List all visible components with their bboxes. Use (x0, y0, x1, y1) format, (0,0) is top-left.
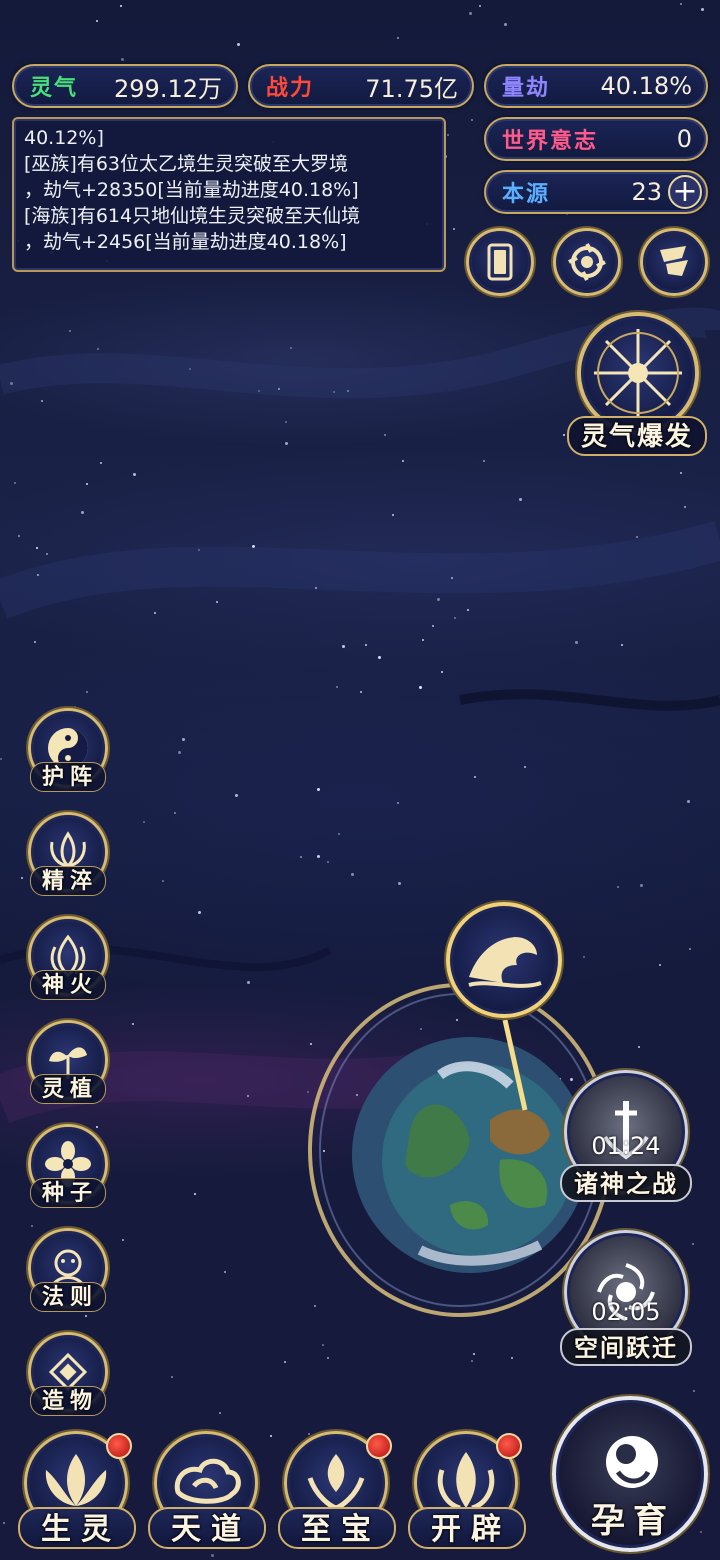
card-button[interactable] (466, 228, 534, 296)
vortex-icon (568, 243, 606, 281)
stat-benyuan[interactable]: 本源 23 + (484, 170, 708, 214)
starburst-icon (594, 329, 682, 417)
world-marker-button[interactable] (446, 902, 562, 1018)
stat-lingqi[interactable]: 灵气 299.12万 (12, 64, 238, 108)
stat-shijie[interactable]: 世界意志 0 (484, 117, 708, 161)
side-item-label: 灵植 (30, 1074, 106, 1104)
lingqi-burst-button[interactable]: 灵气爆发 (565, 312, 715, 458)
wave-icon (468, 937, 542, 988)
side-item-shenhuo[interactable]: 神火 (24, 916, 116, 1008)
log-line: [海族]有614只地仙境生灵突破至天仙境 (24, 205, 361, 227)
burst-label: 灵气爆发 (567, 416, 707, 456)
nav-label: 至宝 (278, 1507, 396, 1549)
stat-liangjie-value: 40.18% (600, 72, 692, 100)
log-line: ，劫气+28350[当前量劫进度40.18%] (24, 179, 359, 201)
stat-zhanli-value: 71.75亿 (365, 74, 458, 103)
side-item-label: 精淬 (30, 866, 106, 896)
flag-button[interactable] (640, 228, 708, 296)
notification-dot (106, 1433, 132, 1459)
stat-shijie-value: 0 (676, 125, 692, 153)
nav-zhibao[interactable]: 至宝 (278, 1425, 396, 1555)
side-item-label: 造物 (30, 1386, 106, 1416)
log-line: 40.12%] (24, 127, 104, 149)
vortex-button[interactable] (553, 228, 621, 296)
side-item-label: 护阵 (30, 762, 106, 792)
add-benyuan-button[interactable]: + (668, 175, 702, 209)
nav-label: 天道 (148, 1507, 266, 1549)
nav-tiandao[interactable]: 天道 (148, 1425, 266, 1555)
flag-icon (660, 246, 688, 276)
stat-liangjie[interactable]: 量劫 40.18% (484, 64, 708, 108)
notification-dot (496, 1433, 522, 1459)
nav-kaipi[interactable]: 开辟 (408, 1425, 526, 1555)
side-item-zaowu[interactable]: 造物 (24, 1332, 116, 1424)
event-label: 空间跃迁 (560, 1328, 692, 1366)
nav-label: 生灵 (18, 1507, 136, 1549)
stat-zhanli-label: 战力 (266, 76, 315, 101)
side-item-lingzhi[interactable]: 灵植 (24, 1020, 116, 1112)
event-kongjian[interactable]: 02:05 空间跃迁 (560, 1230, 692, 1366)
event-label: 诸神之战 (560, 1164, 692, 1202)
stat-benyuan-value: 23 (631, 178, 662, 206)
notification-dot (366, 1433, 392, 1459)
event-log[interactable]: 40.12%] [巫族]有63位太乙境生灵突破至大罗境 ，劫气+28350[当前… (12, 117, 446, 272)
nav-shengling[interactable]: 生灵 (18, 1425, 136, 1555)
side-item-faze[interactable]: 法则 (24, 1228, 116, 1320)
side-item-label: 种子 (30, 1178, 106, 1208)
side-item-jingcui[interactable]: 精淬 (24, 812, 116, 904)
stat-lingqi-label: 灵气 (30, 76, 79, 101)
stat-benyuan-label: 本源 (502, 182, 551, 207)
stat-liangjie-label: 量劫 (502, 76, 551, 101)
event-timer: 01:24 (591, 1132, 661, 1160)
side-item-label: 法则 (30, 1282, 106, 1312)
stat-zhanli[interactable]: 战力 71.75亿 (248, 64, 474, 108)
nav-label: 开辟 (408, 1507, 526, 1549)
side-item-zhongzi[interactable]: 种子 (24, 1124, 116, 1216)
event-zhushen[interactable]: 01:24 诸神之战 (560, 1070, 692, 1206)
log-line: ，劫气+2456[当前量劫进度40.18%] (24, 231, 347, 253)
log-line: [巫族]有63位太乙境生灵突破至大罗境 (24, 153, 349, 175)
card-icon (487, 243, 513, 281)
yunyu-label: 孕育 (591, 1501, 675, 1541)
side-item-huzhen[interactable]: 护阵 (24, 708, 116, 800)
yunyu-button[interactable]: 孕育 (548, 1392, 712, 1556)
stat-lingqi-value: 299.12万 (114, 74, 222, 103)
stat-shijie-label: 世界意志 (502, 129, 599, 154)
side-item-label: 神火 (30, 970, 106, 1000)
event-timer: 02:05 (591, 1298, 661, 1326)
